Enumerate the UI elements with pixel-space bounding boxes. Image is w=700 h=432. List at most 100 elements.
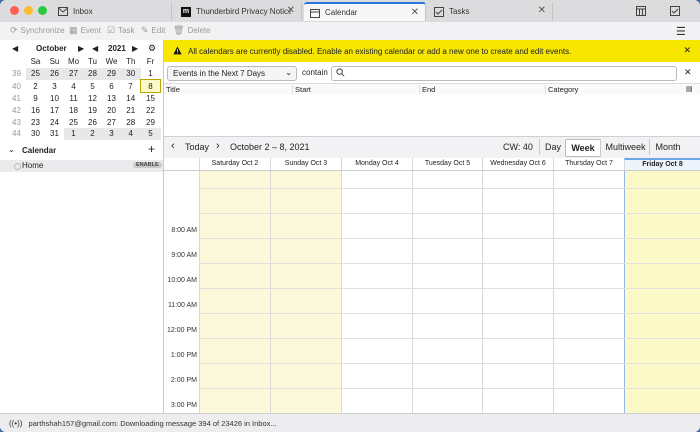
zoom-window-button[interactable] [38, 6, 47, 15]
view-month-button[interactable]: Month [649, 139, 686, 155]
online-status-icon[interactable]: ((•)) [9, 419, 22, 428]
day-cell[interactable]: 4 [64, 80, 83, 93]
day-cell[interactable]: 19 [83, 105, 102, 117]
day-column[interactable] [482, 171, 553, 413]
chevron-down-icon[interactable]: ⌄ [8, 145, 15, 154]
day-header[interactable]: Saturday Oct 2 [199, 158, 270, 170]
enable-calendar-button[interactable]: ENABLE [133, 162, 162, 168]
day-cell[interactable]: 11 [64, 93, 83, 105]
month-label[interactable]: October [36, 44, 67, 53]
day-cell[interactable]: 25 [26, 67, 45, 80]
calendar-list-header[interactable]: ⌄ Calendar + [0, 142, 163, 158]
day-cell[interactable]: 30 [26, 128, 45, 140]
event-range-select[interactable]: Events in the Next 7 Days ⌄ [167, 66, 297, 81]
tab-inbox[interactable]: Inbox [52, 2, 172, 21]
day-cell[interactable]: 12 [83, 93, 102, 105]
day-cell[interactable]: 9 [26, 93, 45, 105]
day-cell[interactable]: 16 [26, 105, 45, 117]
day-cell[interactable]: 25 [64, 116, 83, 128]
day-cell[interactable]: 23 [26, 116, 45, 128]
day-cell[interactable]: 18 [64, 105, 83, 117]
day-column[interactable] [553, 171, 624, 413]
prev-week-icon[interactable]: ‹ [171, 140, 175, 152]
day-cell[interactable]: 21 [121, 105, 141, 117]
day-cell[interactable]: 27 [64, 67, 83, 80]
day-cell[interactable]: 17 [45, 105, 64, 117]
day-header[interactable]: Monday Oct 4 [341, 158, 412, 170]
today-day-cell[interactable]: 8 [140, 79, 161, 94]
tab-privacy-notice[interactable]: m Thunderbird Privacy Notice ✕ [175, 2, 302, 21]
day-cell[interactable]: 3 [102, 128, 121, 140]
close-icon[interactable]: ✕ [411, 7, 419, 18]
column-picker-icon[interactable]: ▤ [686, 85, 693, 93]
day-cell[interactable]: 3 [45, 80, 64, 93]
calendar-toggle-icon[interactable] [636, 6, 646, 18]
day-cell[interactable]: 29 [141, 116, 161, 128]
event-search-input[interactable] [331, 66, 677, 81]
day-cell[interactable]: 30 [121, 67, 141, 80]
view-day-button[interactable]: Day [539, 139, 566, 155]
add-calendar-icon[interactable]: + [148, 142, 155, 156]
day-cell[interactable]: 10 [45, 93, 64, 105]
day-cell[interactable]: 27 [102, 116, 121, 128]
day-cell[interactable]: 1 [64, 128, 83, 140]
view-week-button[interactable]: Week [565, 139, 601, 157]
day-cell[interactable]: 26 [45, 67, 64, 80]
tasks-toggle-icon[interactable] [670, 6, 680, 18]
day-cell[interactable]: 2 [26, 80, 45, 93]
day-header[interactable]: Sunday Oct 3 [270, 158, 341, 170]
day-cell[interactable]: 28 [83, 67, 102, 80]
close-icon[interactable]: ✕ [538, 5, 546, 16]
day-cell[interactable]: 1 [141, 68, 161, 80]
day-cell[interactable]: 7 [121, 80, 141, 93]
day-cell[interactable]: 5 [140, 128, 161, 140]
edit-button[interactable]: ✎ Edit [141, 25, 165, 36]
day-cell[interactable]: 22 [141, 105, 161, 117]
tab-calendar[interactable]: Calendar ✕ [304, 2, 426, 21]
next-week-icon[interactable]: › [216, 140, 220, 152]
day-column[interactable] [199, 171, 270, 413]
day-cell[interactable]: 15 [141, 93, 161, 105]
day-cell[interactable]: 6 [102, 80, 121, 93]
year-label[interactable]: 2021 [108, 44, 126, 53]
today-target-icon[interactable]: ⚙ [148, 43, 156, 54]
next-month-icon[interactable]: ▶ [78, 44, 84, 53]
new-event-button[interactable]: ▦ Event [69, 25, 101, 36]
day-cell[interactable]: 14 [121, 93, 141, 105]
new-task-button[interactable]: ☑ Task [107, 25, 135, 36]
prev-year-icon[interactable]: ◀ [92, 44, 98, 53]
day-column[interactable] [270, 171, 341, 413]
minimize-window-button[interactable] [24, 6, 33, 15]
close-icon[interactable]: ✕ [287, 5, 295, 16]
day-cell[interactable]: 26 [83, 116, 102, 128]
day-cell[interactable]: 20 [102, 105, 121, 117]
day-cell[interactable]: 28 [121, 116, 141, 128]
hamburger-menu-icon[interactable]: ☰ [676, 25, 686, 38]
close-alert-icon[interactable]: ✕ [683, 45, 691, 56]
column-start[interactable]: Start [292, 85, 311, 94]
tab-tasks[interactable]: Tasks ✕ [428, 2, 553, 21]
next-year-icon[interactable]: ▶ [132, 44, 138, 53]
day-cell[interactable]: 13 [102, 93, 121, 105]
close-window-button[interactable] [10, 6, 19, 15]
synchronize-button[interactable]: ⟳ Synchronize [10, 25, 65, 36]
day-column[interactable] [412, 171, 482, 413]
day-cell[interactable]: 5 [83, 80, 102, 93]
day-cell[interactable]: 4 [121, 128, 141, 140]
day-column[interactable] [341, 171, 412, 413]
close-icon[interactable]: ✕ [684, 67, 692, 78]
column-title[interactable]: Title [166, 85, 180, 94]
day-cell[interactable]: 2 [83, 128, 102, 140]
view-multiweek-button[interactable]: Multiweek [600, 139, 650, 155]
calendar-list-item[interactable]: Home ENABLE [0, 160, 163, 172]
day-header[interactable]: Thursday Oct 7 [553, 158, 624, 170]
delete-button[interactable]: 🗑 Delete [173, 25, 211, 36]
day-cell[interactable]: 31 [45, 128, 64, 140]
day-cell[interactable]: 29 [102, 67, 121, 80]
today-day-header[interactable]: Friday Oct 8 [624, 158, 700, 170]
prev-month-icon[interactable]: ◀ [12, 44, 18, 53]
column-category[interactable]: Category [545, 85, 578, 94]
day-cell[interactable]: 24 [45, 116, 64, 128]
today-button[interactable]: Today [185, 142, 209, 152]
day-header[interactable]: Wednesday Oct 6 [482, 158, 553, 170]
